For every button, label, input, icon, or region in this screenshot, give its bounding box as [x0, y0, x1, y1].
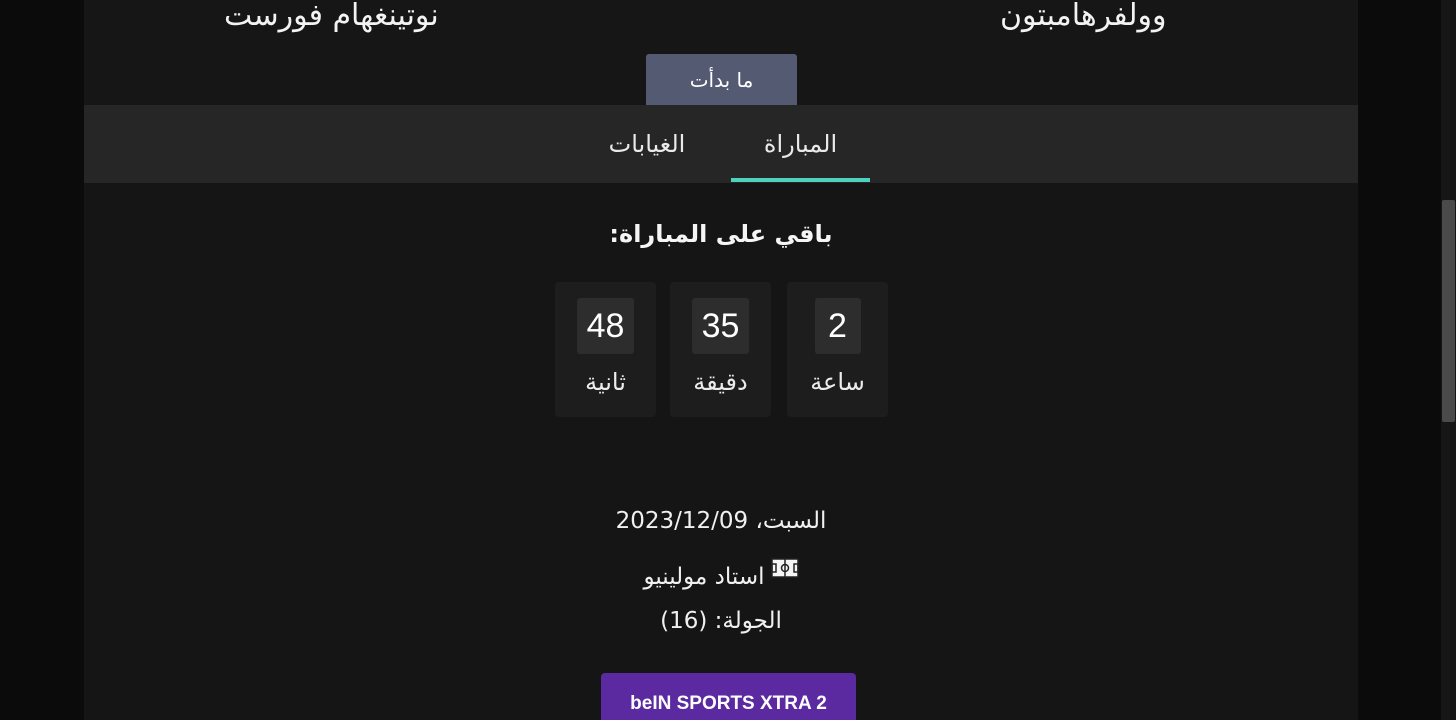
- countdown-title: باقي على المباراة:: [609, 220, 833, 248]
- countdown-hours-value: 2: [814, 298, 861, 354]
- countdown-minutes-label: دقيقة: [693, 368, 748, 396]
- countdown-hours-label: ساعة: [810, 368, 865, 396]
- match-status-button[interactable]: ما بدأت: [646, 54, 797, 105]
- match-stadium: استاد مولينيو: [84, 558, 1358, 590]
- countdown-seconds-label: ثانية: [585, 368, 626, 396]
- stadium-name: استاد مولينيو: [643, 564, 765, 590]
- channel-button[interactable]: beIN SPORTS XTRA 2: [601, 673, 856, 720]
- tab-absences[interactable]: الغيابات: [587, 105, 707, 183]
- countdown-minutes: 35 دقيقة: [670, 282, 771, 417]
- scrollbar-thumb[interactable]: [1442, 200, 1455, 422]
- match-date: السبت، 2023/12/09: [615, 508, 827, 534]
- active-tab-indicator: [731, 178, 870, 182]
- match-round: الجولة: (16): [660, 608, 782, 634]
- countdown-seconds-value: 48: [576, 298, 635, 354]
- away-team-name[interactable]: نوتينغهام فورست: [224, 0, 439, 36]
- teams-header: وولفرهامبتون نوتينغهام فورست ما بدأت: [84, 0, 1358, 105]
- tab-match[interactable]: المباراة: [731, 105, 870, 183]
- countdown-hours: 2 ساعة: [787, 282, 888, 417]
- home-team-name[interactable]: وولفرهامبتون: [1000, 0, 1167, 36]
- countdown-minutes-value: 35: [691, 298, 750, 354]
- match-tabs: المباراة الغيابات: [84, 105, 1358, 183]
- match-panel: وولفرهامبتون نوتينغهام فورست ما بدأت الم…: [84, 0, 1358, 720]
- stadium-icon: [770, 558, 799, 578]
- match-page: وولفرهامبتون نوتينغهام فورست ما بدأت الم…: [0, 0, 1456, 720]
- countdown-seconds: 48 ثانية: [555, 282, 656, 417]
